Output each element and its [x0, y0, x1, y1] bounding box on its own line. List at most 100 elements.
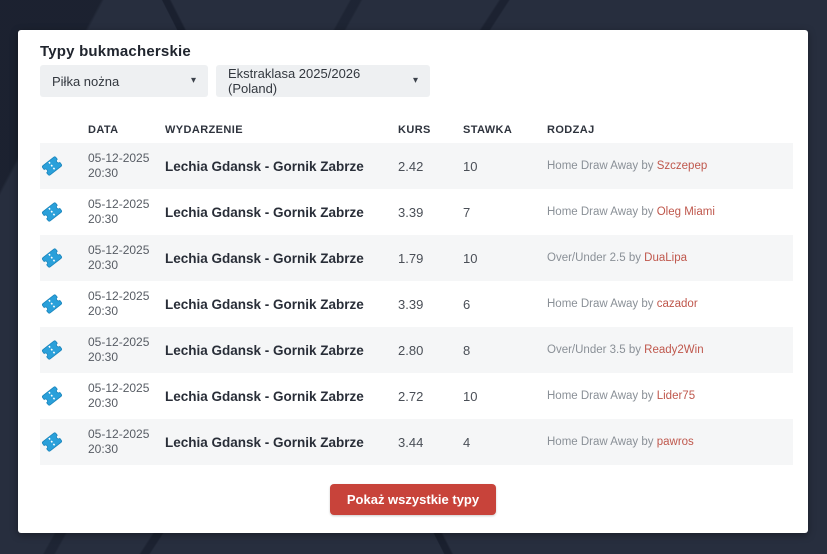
stawka-cell: 10	[463, 389, 547, 404]
tips-card: Typy bukmacherskie Piłka nożna ▾ Ekstrak…	[18, 30, 808, 533]
row-icon-cell	[40, 432, 88, 452]
time-value: 20:30	[88, 442, 165, 457]
bet-type-label: Home Draw Away by	[547, 160, 654, 172]
tip-row: 05-12-2025 20:30 Lechia Gdansk - Gornik …	[40, 327, 793, 373]
ticket-icon	[38, 198, 66, 226]
date-cell: 05-12-2025 20:30	[88, 381, 165, 411]
league-dropdown-value: Ekstraklasa 2025/2026 (Poland)	[228, 66, 403, 96]
time-value: 20:30	[88, 304, 165, 319]
sport-dropdown-value: Piłka nożna	[52, 74, 119, 89]
rodzaj-cell: Home Draw Away by cazador	[547, 298, 793, 310]
bet-type-label: Home Draw Away by	[547, 206, 654, 218]
date-value: 05-12-2025	[88, 151, 165, 166]
rodzaj-cell: Home Draw Away by Szczepep	[547, 160, 793, 172]
bet-type-label: Home Draw Away by	[547, 436, 654, 448]
ticket-icon	[38, 152, 66, 180]
ticket-icon	[38, 290, 66, 318]
date-value: 05-12-2025	[88, 243, 165, 258]
tipster-link[interactable]: pawros	[657, 436, 694, 448]
tipster-link[interactable]: cazador	[657, 298, 698, 310]
stawka-cell: 10	[463, 159, 547, 174]
event-cell: Lechia Gdansk - Gornik Zabrze	[165, 297, 398, 312]
event-cell: Lechia Gdansk - Gornik Zabrze	[165, 343, 398, 358]
time-value: 20:30	[88, 212, 165, 227]
header-kurs: KURS	[398, 124, 463, 136]
event-cell: Lechia Gdansk - Gornik Zabrze	[165, 205, 398, 220]
date-cell: 05-12-2025 20:30	[88, 151, 165, 181]
filters-bar: Piłka nożna ▾ Ekstraklasa 2025/2026 (Pol…	[40, 65, 808, 97]
header-wydarzenie: WYDARZENIE	[165, 124, 398, 136]
kurs-cell: 3.44	[398, 435, 463, 450]
date-value: 05-12-2025	[88, 197, 165, 212]
time-value: 20:30	[88, 258, 165, 273]
bet-type-label: Home Draw Away by	[547, 298, 654, 310]
ticket-icon	[38, 382, 66, 410]
time-value: 20:30	[88, 166, 165, 181]
stawka-cell: 7	[463, 205, 547, 220]
tipster-link[interactable]: Ready2Win	[644, 344, 703, 356]
tips-table: DATA WYDARZENIE KURS STAWKA RODZAJ 05-12…	[40, 117, 793, 465]
date-value: 05-12-2025	[88, 289, 165, 304]
tipster-link[interactable]: Oleg Miami	[657, 206, 715, 218]
event-cell: Lechia Gdansk - Gornik Zabrze	[165, 251, 398, 266]
time-value: 20:30	[88, 396, 165, 411]
date-value: 05-12-2025	[88, 335, 165, 350]
caret-down-icon: ▾	[413, 76, 418, 86]
date-value: 05-12-2025	[88, 427, 165, 442]
date-cell: 05-12-2025 20:30	[88, 335, 165, 365]
time-value: 20:30	[88, 350, 165, 365]
stawka-cell: 8	[463, 343, 547, 358]
event-cell: Lechia Gdansk - Gornik Zabrze	[165, 159, 398, 174]
show-all-tips-button[interactable]: Pokaż wszystkie typy	[330, 484, 496, 515]
rodzaj-cell: Over/Under 3.5 by Ready2Win	[547, 344, 793, 356]
header-data: DATA	[88, 124, 165, 136]
date-cell: 05-12-2025 20:30	[88, 289, 165, 319]
table-header: DATA WYDARZENIE KURS STAWKA RODZAJ	[40, 117, 793, 143]
rodzaj-cell: Home Draw Away by pawros	[547, 436, 793, 448]
event-cell: Lechia Gdansk - Gornik Zabrze	[165, 389, 398, 404]
tip-row: 05-12-2025 20:30 Lechia Gdansk - Gornik …	[40, 143, 793, 189]
tip-row: 05-12-2025 20:30 Lechia Gdansk - Gornik …	[40, 281, 793, 327]
table-footer: Pokaż wszystkie typy	[18, 465, 808, 533]
tip-row: 05-12-2025 20:30 Lechia Gdansk - Gornik …	[40, 189, 793, 235]
tipster-link[interactable]: Szczepep	[657, 160, 708, 172]
kurs-cell: 2.80	[398, 343, 463, 358]
date-cell: 05-12-2025 20:30	[88, 197, 165, 227]
row-icon-cell	[40, 202, 88, 222]
tip-row: 05-12-2025 20:30 Lechia Gdansk - Gornik …	[40, 235, 793, 281]
rodzaj-cell: Over/Under 2.5 by DuaLipa	[547, 252, 793, 264]
row-icon-cell	[40, 294, 88, 314]
stawka-cell: 10	[463, 251, 547, 266]
kurs-cell: 2.42	[398, 159, 463, 174]
tipster-link[interactable]: Lider75	[657, 390, 695, 402]
stawka-cell: 6	[463, 297, 547, 312]
bet-type-label: Over/Under 3.5 by	[547, 344, 641, 356]
row-icon-cell	[40, 156, 88, 176]
header-rodzaj: RODZAJ	[547, 124, 793, 136]
ticket-icon	[38, 428, 66, 456]
bet-type-label: Over/Under 2.5 by	[547, 252, 641, 264]
date-cell: 05-12-2025 20:30	[88, 427, 165, 457]
row-icon-cell	[40, 248, 88, 268]
stawka-cell: 4	[463, 435, 547, 450]
kurs-cell: 1.79	[398, 251, 463, 266]
page-title: Typy bukmacherskie	[40, 43, 808, 61]
row-icon-cell	[40, 340, 88, 360]
tipster-link[interactable]: DuaLipa	[644, 252, 687, 264]
kurs-cell: 3.39	[398, 297, 463, 312]
event-cell: Lechia Gdansk - Gornik Zabrze	[165, 435, 398, 450]
kurs-cell: 3.39	[398, 205, 463, 220]
ticket-icon	[38, 336, 66, 364]
kurs-cell: 2.72	[398, 389, 463, 404]
table-body: 05-12-2025 20:30 Lechia Gdansk - Gornik …	[40, 143, 793, 465]
league-dropdown[interactable]: Ekstraklasa 2025/2026 (Poland) ▾	[216, 65, 430, 97]
tip-row: 05-12-2025 20:30 Lechia Gdansk - Gornik …	[40, 419, 793, 465]
date-value: 05-12-2025	[88, 381, 165, 396]
rodzaj-cell: Home Draw Away by Lider75	[547, 390, 793, 402]
sport-dropdown[interactable]: Piłka nożna ▾	[40, 65, 208, 97]
row-icon-cell	[40, 386, 88, 406]
header-stawka: STAWKA	[463, 124, 547, 136]
date-cell: 05-12-2025 20:30	[88, 243, 165, 273]
ticket-icon	[38, 244, 66, 272]
bet-type-label: Home Draw Away by	[547, 390, 654, 402]
